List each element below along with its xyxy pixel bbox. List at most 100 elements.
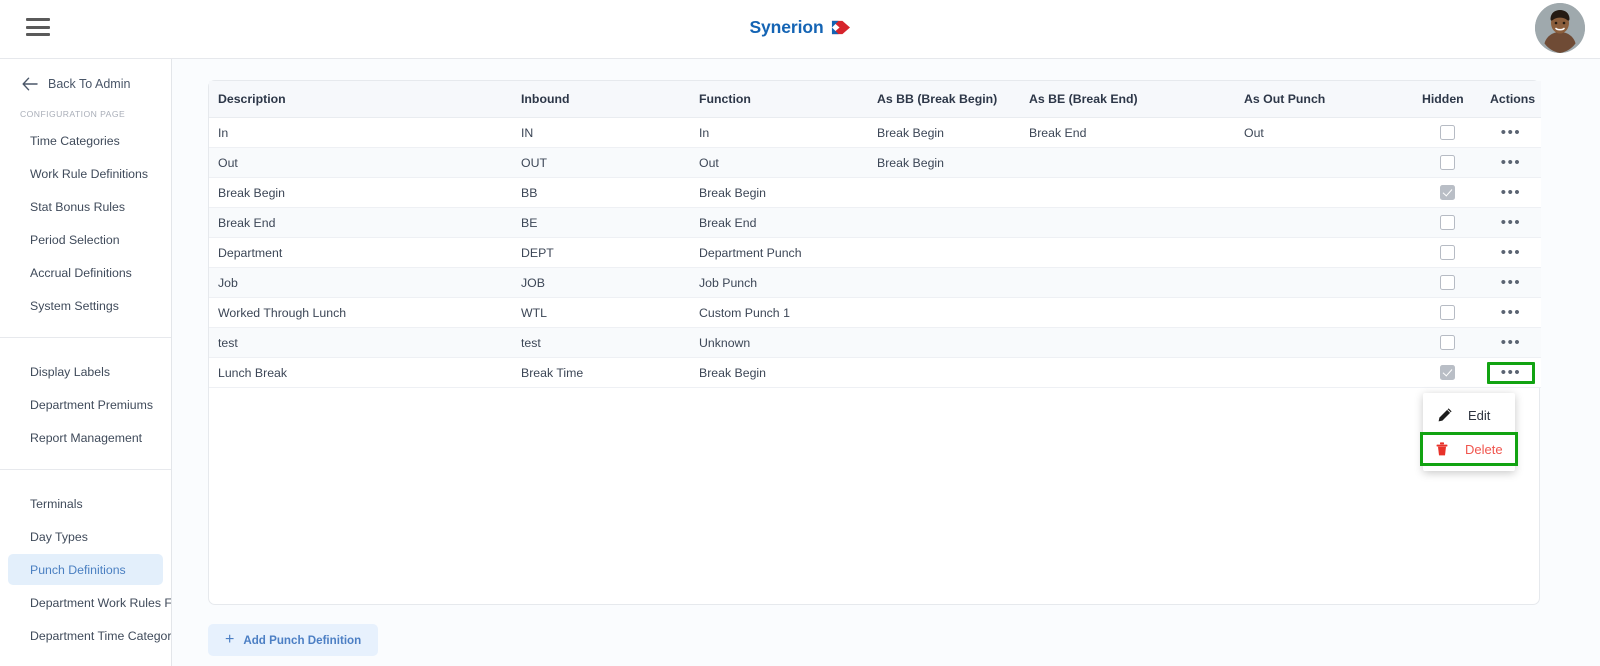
table-row[interactable]: test test Unknown •••: [209, 327, 1541, 358]
cell-as-be: Break End: [1020, 117, 1235, 148]
hidden-checkbox[interactable]: [1439, 335, 1455, 351]
cell-inbound: OUT: [512, 147, 690, 178]
row-actions-context-menu: Edit Delete: [1420, 393, 1518, 471]
back-to-admin-link[interactable]: Back To Admin: [0, 59, 171, 91]
sidebar-item-day-types[interactable]: Day Types: [8, 521, 163, 552]
row-actions-button[interactable]: •••: [1497, 275, 1526, 290]
cell-as-bb: [868, 327, 1020, 358]
hidden-checkbox[interactable]: [1439, 245, 1455, 261]
cell-actions: •••: [1481, 177, 1541, 208]
hidden-checkbox[interactable]: [1439, 215, 1455, 231]
row-actions-button[interactable]: •••: [1497, 335, 1526, 350]
cell-hidden: [1413, 237, 1481, 268]
cell-actions: •••: [1481, 297, 1541, 328]
cell-as-out-punch: [1235, 327, 1413, 358]
context-menu-item-delete[interactable]: Delete: [1420, 432, 1518, 466]
synerion-arrow-logo: [829, 18, 851, 37]
hidden-checkbox[interactable]: [1439, 305, 1455, 321]
cell-as-be: [1020, 177, 1235, 208]
sidebar-item-display-labels[interactable]: Display Labels: [8, 356, 163, 387]
table-row[interactable]: Job JOB Job Punch •••: [209, 267, 1541, 298]
cell-function: Out: [690, 147, 868, 178]
cell-inbound: Break Time: [512, 357, 690, 388]
cell-actions: •••: [1481, 267, 1541, 298]
cell-hidden: [1413, 327, 1481, 358]
cell-function: Department Punch: [690, 237, 868, 268]
cell-inbound: BE: [512, 207, 690, 238]
cell-as-bb: Break Begin: [868, 117, 1020, 148]
cell-as-bb: [868, 177, 1020, 208]
sidebar-item-department-work-rules-filter[interactable]: Department Work Rules Filt...: [8, 587, 171, 618]
column-header-inbound[interactable]: Inbound: [512, 81, 690, 118]
sidebar-item-department-time-category[interactable]: Department Time Category ...: [8, 620, 171, 651]
table-row[interactable]: Worked Through Lunch WTL Custom Punch 1 •••: [209, 297, 1541, 328]
cell-inbound: JOB: [512, 267, 690, 298]
table-row[interactable]: In IN In Break Begin Break End Out •••: [209, 117, 1541, 148]
row-actions-button[interactable]: •••: [1497, 215, 1526, 230]
row-actions-button[interactable]: •••: [1497, 245, 1526, 260]
sidebar-item-work-rule-definitions[interactable]: Work Rule Definitions: [8, 158, 163, 189]
cell-as-out-punch: [1235, 147, 1413, 178]
column-header-as-be[interactable]: As BE (Break End): [1020, 81, 1235, 118]
cell-inbound: WTL: [512, 297, 690, 328]
table-head: Description Inbound Function As BB (Brea…: [209, 81, 1541, 118]
cell-function: Unknown: [690, 327, 868, 358]
row-actions-button[interactable]: •••: [1497, 365, 1526, 380]
sidebar-item-terminals[interactable]: Terminals: [8, 488, 163, 519]
cell-function: Job Punch: [690, 267, 868, 298]
cell-as-be: [1020, 267, 1235, 298]
hidden-checkbox[interactable]: [1439, 155, 1455, 171]
cell-as-be: [1020, 207, 1235, 238]
cell-as-bb: [868, 267, 1020, 298]
hidden-checkbox[interactable]: [1439, 185, 1455, 201]
sidebar-item-department-premiums[interactable]: Department Premiums: [8, 389, 163, 420]
table-row[interactable]: Break End BE Break End •••: [209, 207, 1541, 238]
plus-icon: +: [225, 631, 235, 648]
add-punch-definition-button[interactable]: + Add Punch Definition: [208, 624, 379, 656]
row-actions-button[interactable]: •••: [1497, 155, 1526, 170]
column-header-function[interactable]: Function: [690, 81, 868, 118]
cell-function: Break Begin: [690, 357, 868, 388]
column-header-actions[interactable]: Actions: [1481, 81, 1541, 118]
row-actions-button[interactable]: •••: [1497, 185, 1526, 200]
row-actions-button[interactable]: •••: [1497, 305, 1526, 320]
table-row[interactable]: Out OUT Out Break Begin •••: [209, 147, 1541, 178]
sidebar-item-system-settings[interactable]: System Settings: [8, 290, 163, 321]
sidebar-item-stat-bonus-rules[interactable]: Stat Bonus Rules: [8, 191, 163, 222]
cell-as-be: [1020, 357, 1235, 388]
avatar[interactable]: [1535, 3, 1585, 53]
hidden-checkbox[interactable]: [1439, 125, 1455, 141]
hidden-checkbox[interactable]: [1439, 275, 1455, 291]
row-actions-button[interactable]: •••: [1497, 125, 1526, 140]
cell-as-out-punch: [1235, 357, 1413, 388]
hidden-checkbox[interactable]: [1439, 365, 1455, 381]
table-row[interactable]: Lunch Break Break Time Break Begin •••: [209, 357, 1541, 388]
cell-as-out-punch: [1235, 177, 1413, 208]
user-avatar: [1535, 3, 1585, 53]
cell-inbound: DEPT: [512, 237, 690, 268]
table-row[interactable]: Department DEPT Department Punch •••: [209, 237, 1541, 268]
context-menu-item-edit[interactable]: Edit: [1423, 398, 1515, 432]
sidebar-item-accrual-definitions[interactable]: Accrual Definitions: [8, 257, 163, 288]
cell-function: Break End: [690, 207, 868, 238]
table-row[interactable]: Break Begin BB Break Begin •••: [209, 177, 1541, 208]
punch-definitions-card: Description Inbound Function As BB (Brea…: [208, 80, 1541, 605]
app-root: Synerion Back To Admin CONFIGURATION PAG…: [0, 0, 1600, 666]
brand-logo: Synerion: [0, 17, 1600, 38]
sidebar-item-punch-definitions[interactable]: Punch Definitions: [8, 554, 163, 585]
context-menu-delete-label: Delete: [1465, 441, 1503, 457]
cell-as-be: [1020, 237, 1235, 268]
cell-function: In: [690, 117, 868, 148]
pencil-icon: [1438, 408, 1452, 422]
main-content: Description Inbound Function As BB (Brea…: [172, 59, 1600, 666]
cell-as-bb: Break Begin: [868, 147, 1020, 178]
sidebar-item-period-selection[interactable]: Period Selection: [8, 224, 163, 255]
column-header-as-bb[interactable]: As BB (Break Begin): [868, 81, 1020, 118]
sidebar: Back To Admin CONFIGURATION PAGE Time Ca…: [0, 59, 172, 666]
column-header-hidden[interactable]: Hidden: [1413, 81, 1481, 118]
cell-function: Custom Punch 1: [690, 297, 868, 328]
sidebar-item-time-categories[interactable]: Time Categories: [8, 125, 163, 156]
column-header-as-out-punch[interactable]: As Out Punch: [1235, 81, 1413, 118]
sidebar-item-report-management[interactable]: Report Management: [8, 422, 163, 453]
column-header-description[interactable]: Description: [209, 81, 512, 118]
